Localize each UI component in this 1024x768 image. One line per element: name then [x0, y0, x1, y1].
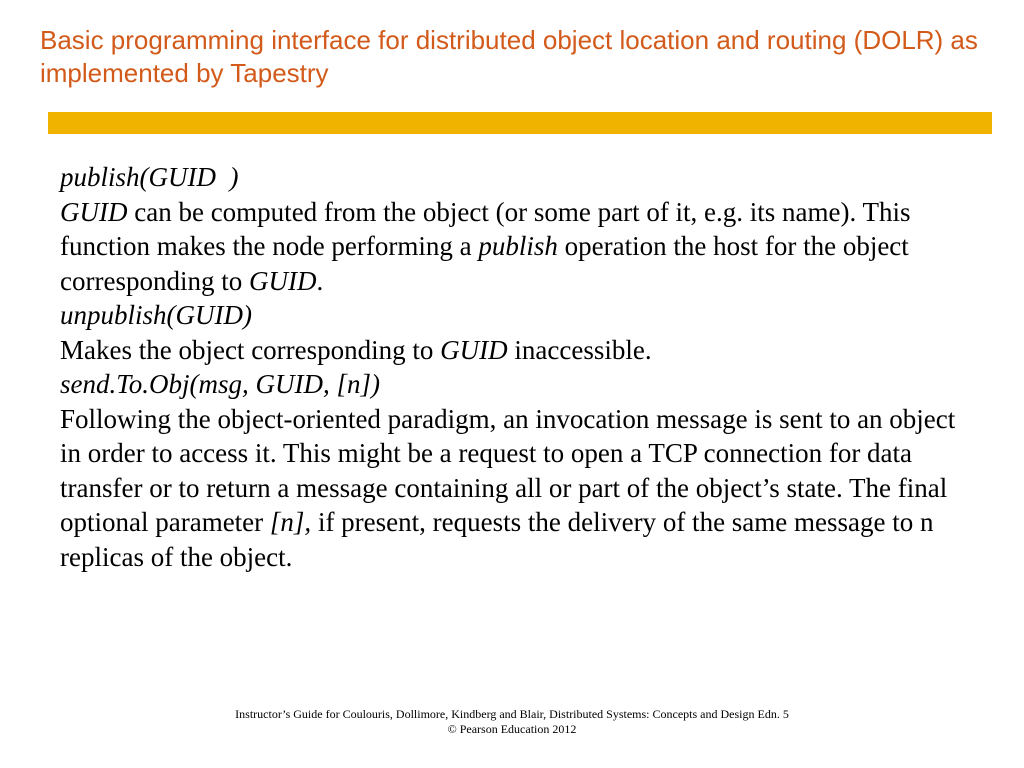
- slide-title: Basic programming interface for distribu…: [40, 24, 984, 89]
- api-desc-italic: GUID: [60, 197, 128, 227]
- api-desc-italic: publish: [478, 231, 558, 261]
- api-desc-part: inaccessible.: [508, 335, 652, 365]
- footer: Instructor’s Guide for Coulouris, Dollim…: [0, 707, 1024, 738]
- accent-bar: [48, 112, 992, 134]
- api-desc-italic: GUID: [249, 266, 317, 296]
- footer-line: © Pearson Education 2012: [0, 722, 1024, 738]
- api-entry: unpublish(GUID) Makes the object corresp…: [60, 298, 960, 367]
- api-desc-italic: GUID: [440, 335, 508, 365]
- slide: Basic programming interface for distribu…: [0, 0, 1024, 768]
- api-desc-italic: [n],: [270, 507, 311, 537]
- api-desc-part: Makes the object corresponding to: [60, 335, 440, 365]
- api-desc-part: .: [316, 266, 323, 296]
- api-signature: send.To.Obj(msg, GUID, [n]): [60, 369, 380, 399]
- api-entry: publish(GUID ) GUID can be computed from…: [60, 160, 960, 298]
- body-text: publish(GUID ) GUID can be computed from…: [60, 160, 960, 575]
- api-signature: publish(GUID ): [60, 162, 238, 192]
- api-signature: unpublish(GUID): [60, 300, 252, 330]
- api-entry: send.To.Obj(msg, GUID, [n]) Following th…: [60, 367, 960, 574]
- footer-line: Instructor’s Guide for Coulouris, Dollim…: [0, 707, 1024, 723]
